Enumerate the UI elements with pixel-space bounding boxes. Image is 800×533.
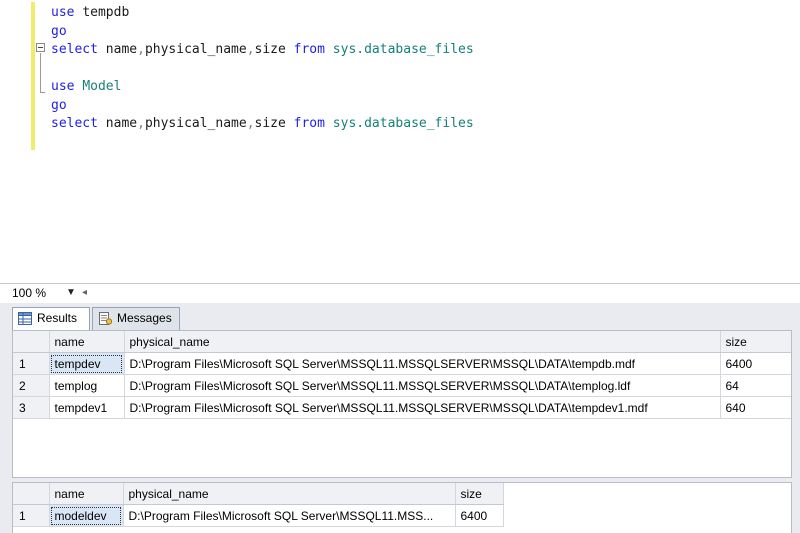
result-grid-2[interactable]: name physical_name size 1 modeldev D:\Pr… xyxy=(12,482,792,533)
size-cell[interactable]: 6400 xyxy=(720,352,791,375)
editor-gutter xyxy=(0,0,30,283)
code-token: physical_name xyxy=(144,42,247,57)
size-cell[interactable]: 640 xyxy=(720,396,791,419)
messages-icon xyxy=(99,312,112,325)
code-token: , xyxy=(246,42,255,57)
code-token: physical_name xyxy=(144,116,247,131)
code-token: from xyxy=(293,42,333,57)
row-number[interactable]: 1 xyxy=(13,352,50,375)
tab-messages-label: Messages xyxy=(117,311,172,325)
name-cell[interactable]: templog xyxy=(49,374,125,397)
zoom-level[interactable]: 100 % xyxy=(12,286,46,300)
query-editor[interactable]: use tempdb go select name,physical_name,si… xyxy=(0,0,800,283)
code-token: select xyxy=(51,42,106,57)
results-table-1: name physical_name size 1 tempdev D:\Pro… xyxy=(13,331,791,419)
results-table-2: name physical_name size 1 modeldev D:\Pr… xyxy=(13,483,504,527)
code-token: Model xyxy=(82,79,122,94)
code-token: from xyxy=(293,116,333,131)
change-indicator-bar xyxy=(31,2,35,150)
code-line[interactable]: select name,physical_name,size from sys.… xyxy=(51,41,474,59)
code-token: , xyxy=(246,116,255,131)
physical-name-cell[interactable]: D:\Program Files\Microsoft SQL Server\MS… xyxy=(123,504,456,527)
result-grid-1[interactable]: name physical_name size 1 tempdev D:\Pro… xyxy=(12,330,792,478)
code-token: , xyxy=(137,116,145,131)
scroll-left-icon[interactable]: ◂ xyxy=(82,287,87,298)
column-header[interactable]: physical_name xyxy=(124,331,721,353)
name-cell[interactable]: modeldev xyxy=(49,504,124,527)
code-token: select xyxy=(51,116,106,131)
tab-results-label: Results xyxy=(37,311,78,325)
grid-corner[interactable] xyxy=(13,331,50,353)
row-number[interactable]: 3 xyxy=(13,396,50,419)
physical-name-cell[interactable]: D:\Program Files\Microsoft SQL Server\MS… xyxy=(124,352,721,375)
code-line[interactable]: use tempdb xyxy=(51,4,129,22)
code-token: go xyxy=(51,23,67,39)
name-cell[interactable]: tempdev1 xyxy=(49,396,125,419)
code-token: use xyxy=(51,5,83,20)
grid-corner[interactable] xyxy=(13,483,50,505)
table-row[interactable]: 3 tempdev1 D:\Program Files\Microsoft SQ… xyxy=(13,396,791,419)
column-header[interactable]: name xyxy=(49,331,125,353)
code-token: tempdb xyxy=(82,5,130,20)
name-cell[interactable]: tempdev xyxy=(49,352,125,375)
code-token: , xyxy=(137,42,145,57)
collapse-outline-icon[interactable] xyxy=(36,43,45,52)
table-row[interactable]: 1 tempdev D:\Program Files\Microsoft SQL… xyxy=(13,352,791,375)
row-number[interactable]: 1 xyxy=(13,504,50,527)
column-header[interactable]: physical_name xyxy=(123,483,456,505)
code-token: size xyxy=(254,42,294,57)
tab-results[interactable]: Results xyxy=(12,307,90,331)
code-token: sys.database_files xyxy=(332,42,474,57)
row-number[interactable]: 2 xyxy=(13,374,50,397)
size-cell[interactable]: 6400 xyxy=(455,504,504,527)
column-header[interactable]: size xyxy=(455,483,504,505)
grid-icon xyxy=(18,312,32,325)
size-cell[interactable]: 64 xyxy=(720,374,791,397)
code-token: use xyxy=(51,79,83,94)
code-line[interactable]: go xyxy=(51,97,67,115)
table-row[interactable]: 2 templog D:\Program Files\Microsoft SQL… xyxy=(13,374,791,397)
code-line[interactable]: use Model xyxy=(51,78,121,96)
outline-line xyxy=(40,53,41,93)
zoom-dropdown-icon[interactable]: ▼ xyxy=(66,287,76,298)
results-tab-strip: Results Messages xyxy=(0,303,800,331)
code-line[interactable]: go xyxy=(51,23,67,41)
code-token: name xyxy=(105,42,138,57)
code-token: size xyxy=(254,116,294,131)
table-row[interactable]: 1 modeldev D:\Program Files\Microsoft SQ… xyxy=(13,504,504,527)
column-header[interactable]: size xyxy=(720,331,791,353)
physical-name-cell[interactable]: D:\Program Files\Microsoft SQL Server\MS… xyxy=(124,396,721,419)
zoom-bar: 100 % ▼ ◂ xyxy=(0,283,800,303)
code-token: sys.database_files xyxy=(332,116,474,131)
outline-tick xyxy=(40,92,45,93)
code-token: go xyxy=(51,97,67,113)
physical-name-cell[interactable]: D:\Program Files\Microsoft SQL Server\MS… xyxy=(124,374,721,397)
column-header[interactable]: name xyxy=(49,483,124,505)
code-line[interactable]: select name,physical_name,size from sys.… xyxy=(51,115,474,133)
code-token: name xyxy=(105,116,138,131)
tab-messages[interactable]: Messages xyxy=(92,307,180,330)
